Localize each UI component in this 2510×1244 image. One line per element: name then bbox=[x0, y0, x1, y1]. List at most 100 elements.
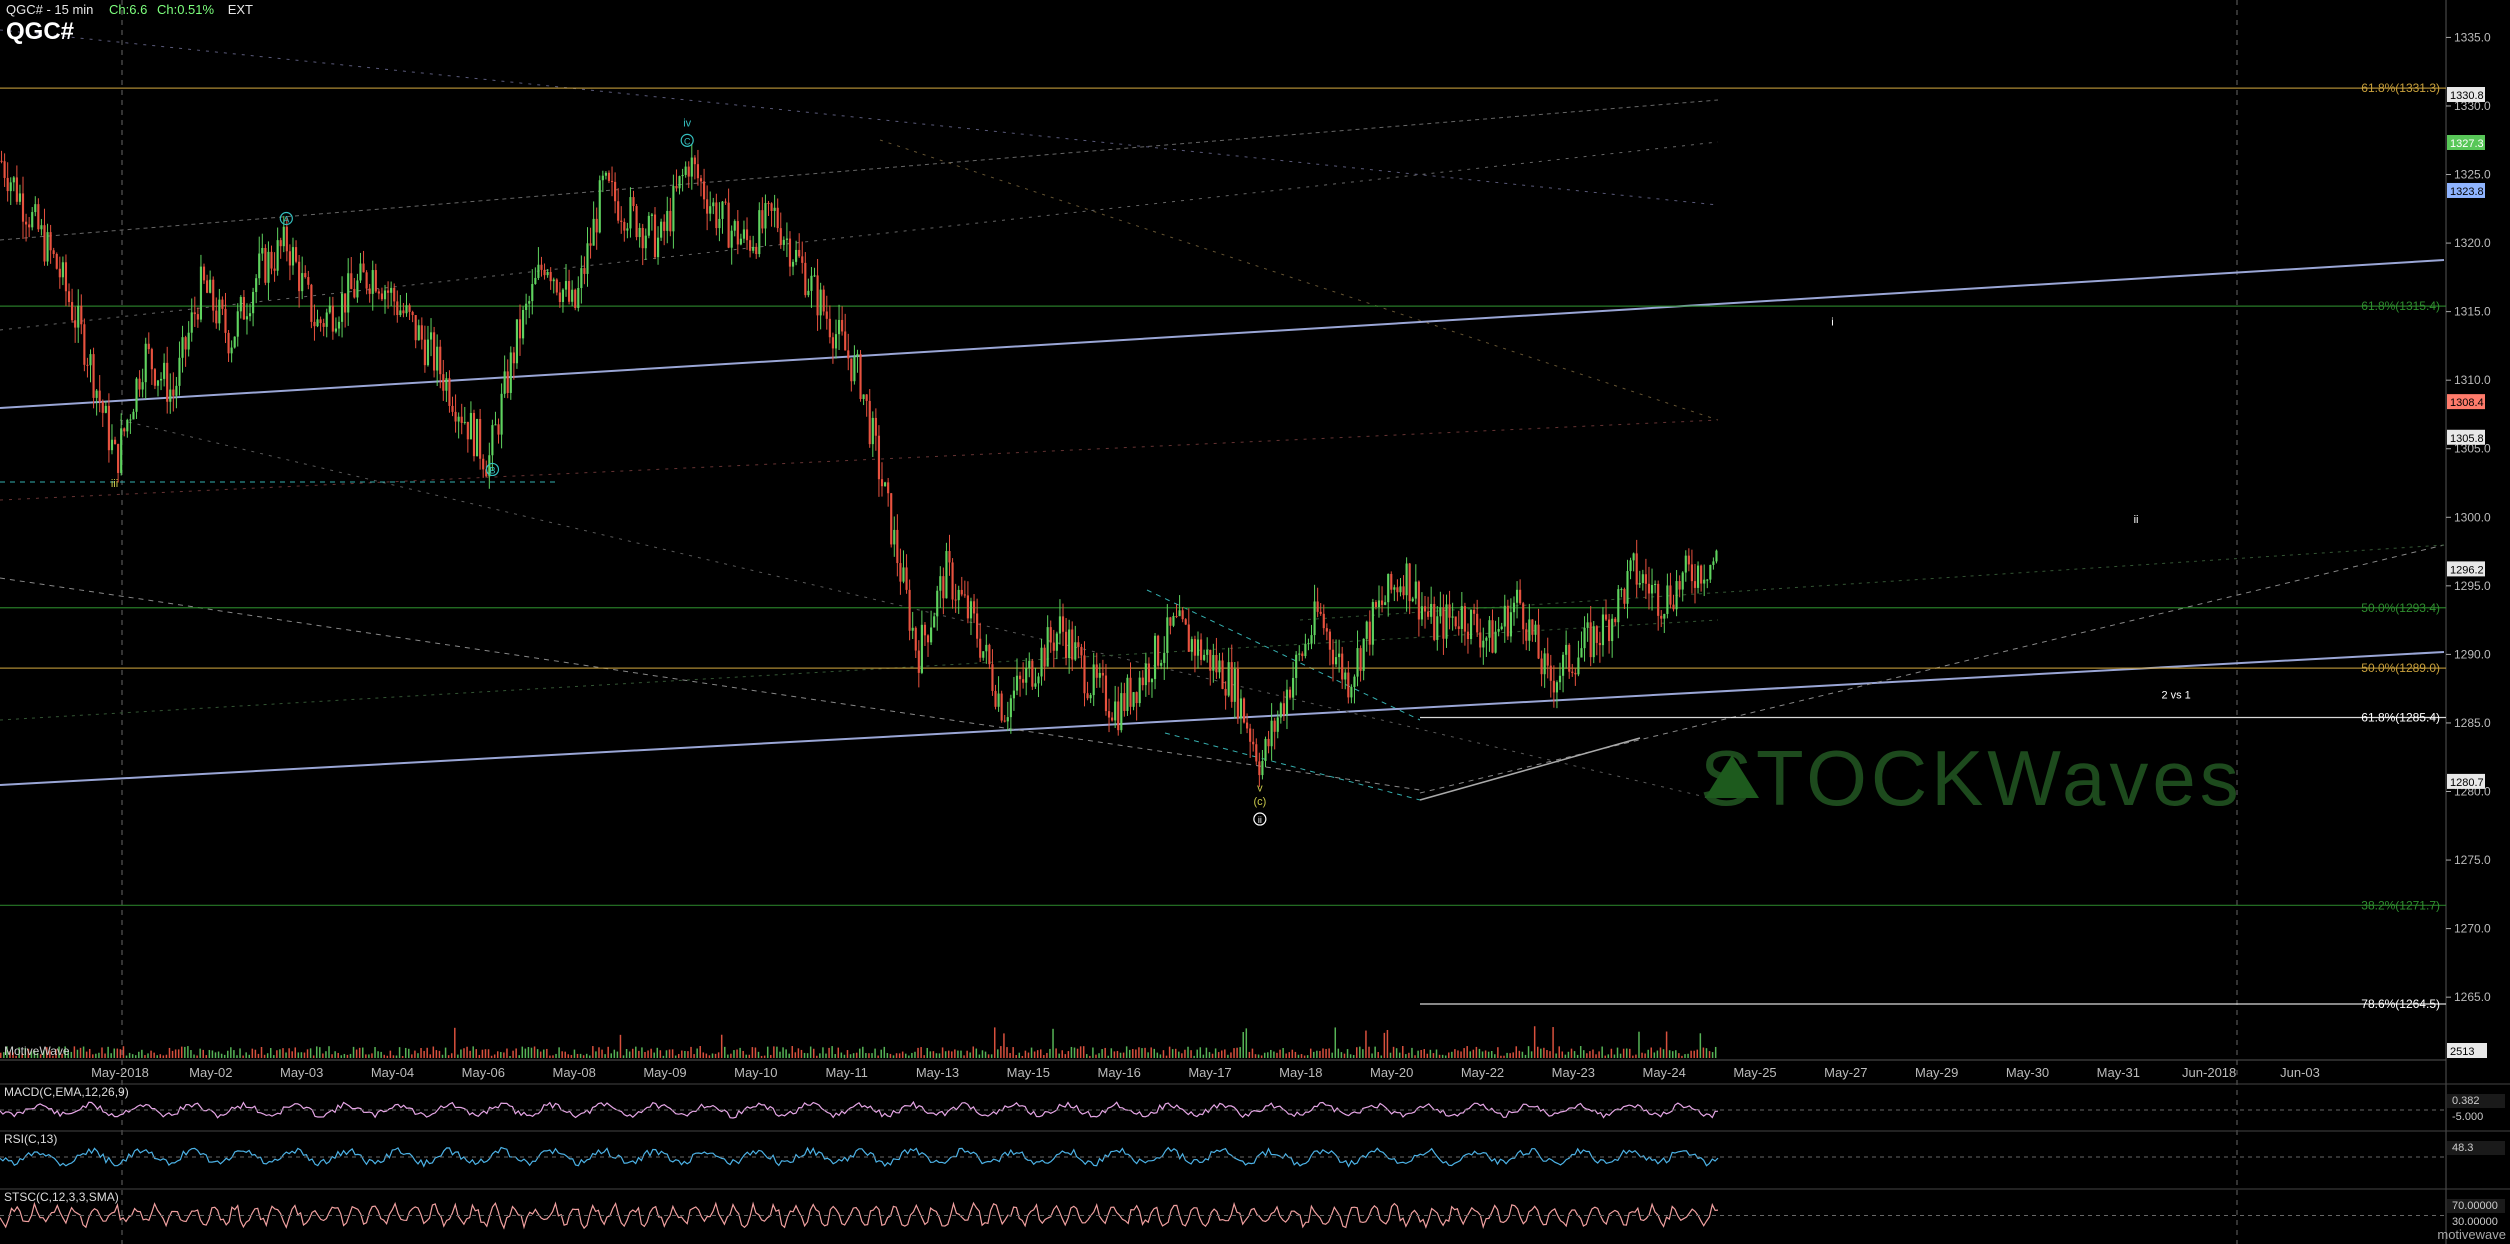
volume-bar bbox=[816, 1055, 818, 1058]
candle-body bbox=[1242, 698, 1246, 723]
candle-body bbox=[1117, 701, 1120, 731]
indicator-value: 48.3 bbox=[2452, 1142, 2473, 1154]
volume-bar bbox=[1684, 1054, 1686, 1058]
candle-body bbox=[632, 197, 635, 207]
volume-bar bbox=[288, 1048, 290, 1058]
candle-body bbox=[721, 201, 724, 219]
volume-bar bbox=[1668, 1050, 1671, 1058]
candle-body bbox=[1147, 663, 1150, 683]
candle-body bbox=[917, 650, 920, 673]
candle-body bbox=[702, 181, 706, 200]
candle-body bbox=[749, 240, 752, 251]
candle-body bbox=[1405, 563, 1408, 596]
time-tick-label: May-15 bbox=[1007, 1065, 1050, 1080]
volume-bar bbox=[785, 1049, 787, 1058]
candle-body bbox=[945, 551, 948, 599]
candle-body bbox=[890, 493, 893, 545]
price-chart[interactable]: 61.8%(1331.3) 61.8%(1315.4) 50.0%(1293.4) 5… bbox=[0, 0, 2510, 1244]
volume-bar bbox=[239, 1048, 241, 1058]
volume-bar bbox=[1524, 1054, 1527, 1058]
candle-body bbox=[1448, 604, 1451, 618]
candle-body bbox=[255, 278, 258, 292]
candle-body bbox=[877, 435, 881, 480]
volume-bar bbox=[659, 1050, 662, 1058]
volume-bar bbox=[1064, 1054, 1067, 1058]
volume-bar bbox=[1322, 1048, 1324, 1058]
volume-bar bbox=[926, 1047, 928, 1058]
volume-bar bbox=[466, 1046, 468, 1058]
candle-body bbox=[285, 226, 288, 252]
candle-body bbox=[126, 419, 129, 432]
candle-body bbox=[509, 352, 512, 393]
candle-body bbox=[475, 419, 479, 457]
time-tick-label: Jun-2018 bbox=[2182, 1065, 2236, 1080]
volume-bar bbox=[177, 1049, 180, 1058]
volume-bar bbox=[539, 1051, 542, 1058]
candle-body bbox=[650, 214, 653, 216]
volume-bar bbox=[257, 1053, 260, 1058]
candle-body bbox=[1580, 648, 1583, 658]
candle-body bbox=[1353, 676, 1356, 687]
volume-bar bbox=[567, 1054, 570, 1058]
volume-bar bbox=[696, 1048, 698, 1058]
candle-body bbox=[37, 204, 40, 230]
volume-bar bbox=[1230, 1052, 1232, 1058]
volume-bar bbox=[104, 1053, 106, 1058]
volume-bar bbox=[1113, 1051, 1116, 1058]
time-tick-label: May-20 bbox=[1370, 1065, 1413, 1080]
volume-bar bbox=[1601, 1046, 1603, 1058]
volume-bar bbox=[1395, 1048, 1398, 1058]
price-tick-label: 1325.0 bbox=[2454, 168, 2491, 182]
candle-body bbox=[1700, 565, 1703, 584]
candle-body bbox=[236, 311, 239, 337]
volume-bar bbox=[730, 1053, 732, 1058]
candle-body bbox=[221, 299, 224, 309]
volume-bar bbox=[1478, 1048, 1481, 1058]
candle-body bbox=[95, 390, 98, 398]
candle-body bbox=[1236, 668, 1239, 719]
volume-bar bbox=[147, 1053, 149, 1058]
volume-bar bbox=[920, 1047, 922, 1058]
volume-bar bbox=[690, 1046, 692, 1058]
volume-bar bbox=[582, 1055, 585, 1058]
candle-body bbox=[1025, 668, 1028, 683]
candle-body bbox=[1150, 679, 1154, 683]
candle-body bbox=[1126, 677, 1129, 711]
candle-body bbox=[55, 254, 58, 269]
volume-bar bbox=[1549, 1051, 1551, 1058]
candle-body bbox=[887, 482, 890, 494]
volume-bar bbox=[978, 1054, 981, 1058]
volume-bar bbox=[852, 1053, 855, 1058]
candle-body bbox=[1690, 564, 1693, 582]
candle-body bbox=[1310, 635, 1313, 644]
candle-body bbox=[215, 310, 218, 324]
candle-body bbox=[681, 174, 684, 177]
candle-body bbox=[1328, 631, 1331, 650]
fib-label: 61.8%(1315.4) bbox=[2361, 299, 2440, 313]
wave-label: ii bbox=[2134, 514, 2139, 526]
volume-bar bbox=[1098, 1053, 1100, 1058]
volume-bar bbox=[1506, 1052, 1508, 1058]
candle-body bbox=[316, 319, 319, 327]
volume-bar bbox=[1346, 1049, 1349, 1058]
volume-bar bbox=[1337, 1048, 1340, 1058]
volume-bar bbox=[1009, 1053, 1011, 1058]
volume-bar bbox=[1570, 1048, 1573, 1058]
volume-bar bbox=[1503, 1055, 1505, 1058]
candle-body bbox=[1460, 606, 1463, 629]
volume-bar bbox=[770, 1054, 772, 1058]
candle-body bbox=[1006, 717, 1009, 722]
candle-body bbox=[837, 319, 841, 335]
candle-body bbox=[141, 382, 144, 390]
candle-body bbox=[1390, 573, 1393, 590]
volume-bar bbox=[389, 1050, 392, 1058]
volume-bar bbox=[306, 1049, 309, 1058]
volume-bar bbox=[291, 1051, 293, 1058]
volume-bar bbox=[371, 1053, 373, 1058]
candle-body bbox=[156, 380, 160, 386]
volume-bar bbox=[592, 1046, 594, 1058]
volume-bar bbox=[1138, 1047, 1140, 1058]
volume-bar bbox=[901, 1051, 904, 1058]
volume-bar bbox=[720, 1034, 723, 1058]
candle-body bbox=[647, 215, 650, 236]
